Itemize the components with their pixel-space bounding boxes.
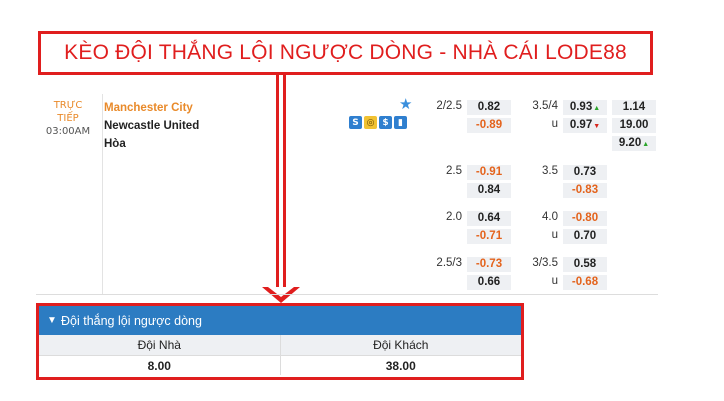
ou-line: 4.0 <box>542 211 558 223</box>
odds-over[interactable]: -0.80 <box>563 211 607 226</box>
banner-title: KÈO ĐỘI THẮNG LỘI NGƯỢC DÒNG - NHÀ CÁI L… <box>64 41 627 64</box>
odds-home[interactable]: 0.82 <box>467 100 511 115</box>
odds-home[interactable]: 0.64 <box>467 211 511 226</box>
panel-header[interactable]: ▼ Đội thắng lội ngược dòng <box>39 306 521 335</box>
home-team[interactable]: Manchester City <box>104 99 199 117</box>
dollar-icon[interactable]: $ <box>379 116 392 129</box>
odds-over[interactable]: 0.73 <box>563 165 607 180</box>
ou-under-label: u <box>551 275 558 287</box>
s-icon[interactable]: S <box>349 116 362 129</box>
odds-under[interactable]: 0.97 <box>563 118 607 133</box>
col-away: Đội Khách <box>373 338 429 352</box>
panel-values: 8.00 38.00 <box>39 356 521 375</box>
ou-under-label: u <box>551 229 558 241</box>
team-list: Manchester City Newcastle United Hòa <box>104 99 199 153</box>
handicap-line: 2.5/3 <box>436 257 462 269</box>
ou-line: 3.5 <box>542 165 558 177</box>
coin-icon[interactable]: ◎ <box>364 116 377 129</box>
odds-home[interactable]: -0.73 <box>467 257 511 272</box>
odds-over[interactable]: 0.58 <box>563 257 607 272</box>
chevron-down-icon[interactable]: ▼ <box>43 315 61 326</box>
odds-away[interactable]: -0.71 <box>467 229 511 244</box>
odds-1x2-away[interactable]: 19.00 <box>612 118 656 133</box>
col-home: Đội Nhà <box>39 335 281 355</box>
odds-away[interactable]: -0.89 <box>467 118 511 133</box>
away-team[interactable]: Newcastle United <box>104 117 199 135</box>
chart-icon[interactable]: ▮ <box>394 116 407 129</box>
odds-1x2-home[interactable]: 1.14 <box>612 100 656 115</box>
panel-columns: Đội Nhà Đội Khách <box>39 335 521 356</box>
odds-home[interactable]: -0.91 <box>467 165 511 180</box>
odds-under[interactable]: -0.83 <box>563 183 607 198</box>
odds-under[interactable]: -0.68 <box>563 275 607 290</box>
ou-line: 3.5/4 <box>532 100 558 112</box>
match-time: 03:00AM <box>45 126 91 137</box>
match-tools: S ◎ $ ▮ <box>349 116 407 129</box>
favorite-star-icon[interactable]: ★ <box>399 95 412 113</box>
comeback-odds-panel: ▼ Đội thắng lội ngược dòng Đội Nhà Đội K… <box>36 303 524 380</box>
odds-1x2-draw[interactable]: 9.20 <box>612 136 656 151</box>
ou-under-label: u <box>551 118 558 130</box>
handicap-line: 2/2.5 <box>436 100 462 112</box>
draw-label: Hòa <box>104 138 126 150</box>
panel-title: Đội thắng lội ngược dòng <box>61 313 202 328</box>
ou-line: 3/3.5 <box>532 257 558 269</box>
match-row: TRỰC TIẾP 03:00AM Manchester City Newcas… <box>36 94 658 295</box>
value-home[interactable]: 8.00 <box>39 356 281 375</box>
handicap-line: 2.5 <box>446 165 462 177</box>
value-away[interactable]: 38.00 <box>281 356 522 375</box>
odds-away[interactable]: 0.84 <box>467 183 511 198</box>
title-banner: KÈO ĐỘI THẮNG LỘI NGƯỢC DÒNG - NHÀ CÁI L… <box>38 31 653 75</box>
odds-under[interactable]: 0.70 <box>563 229 607 244</box>
odds-over[interactable]: 0.93 <box>563 100 607 115</box>
odds-away[interactable]: 0.66 <box>467 275 511 290</box>
handicap-line: 2.0 <box>446 211 462 223</box>
match-status: TRỰC TIẾP 03:00AM <box>38 99 98 138</box>
